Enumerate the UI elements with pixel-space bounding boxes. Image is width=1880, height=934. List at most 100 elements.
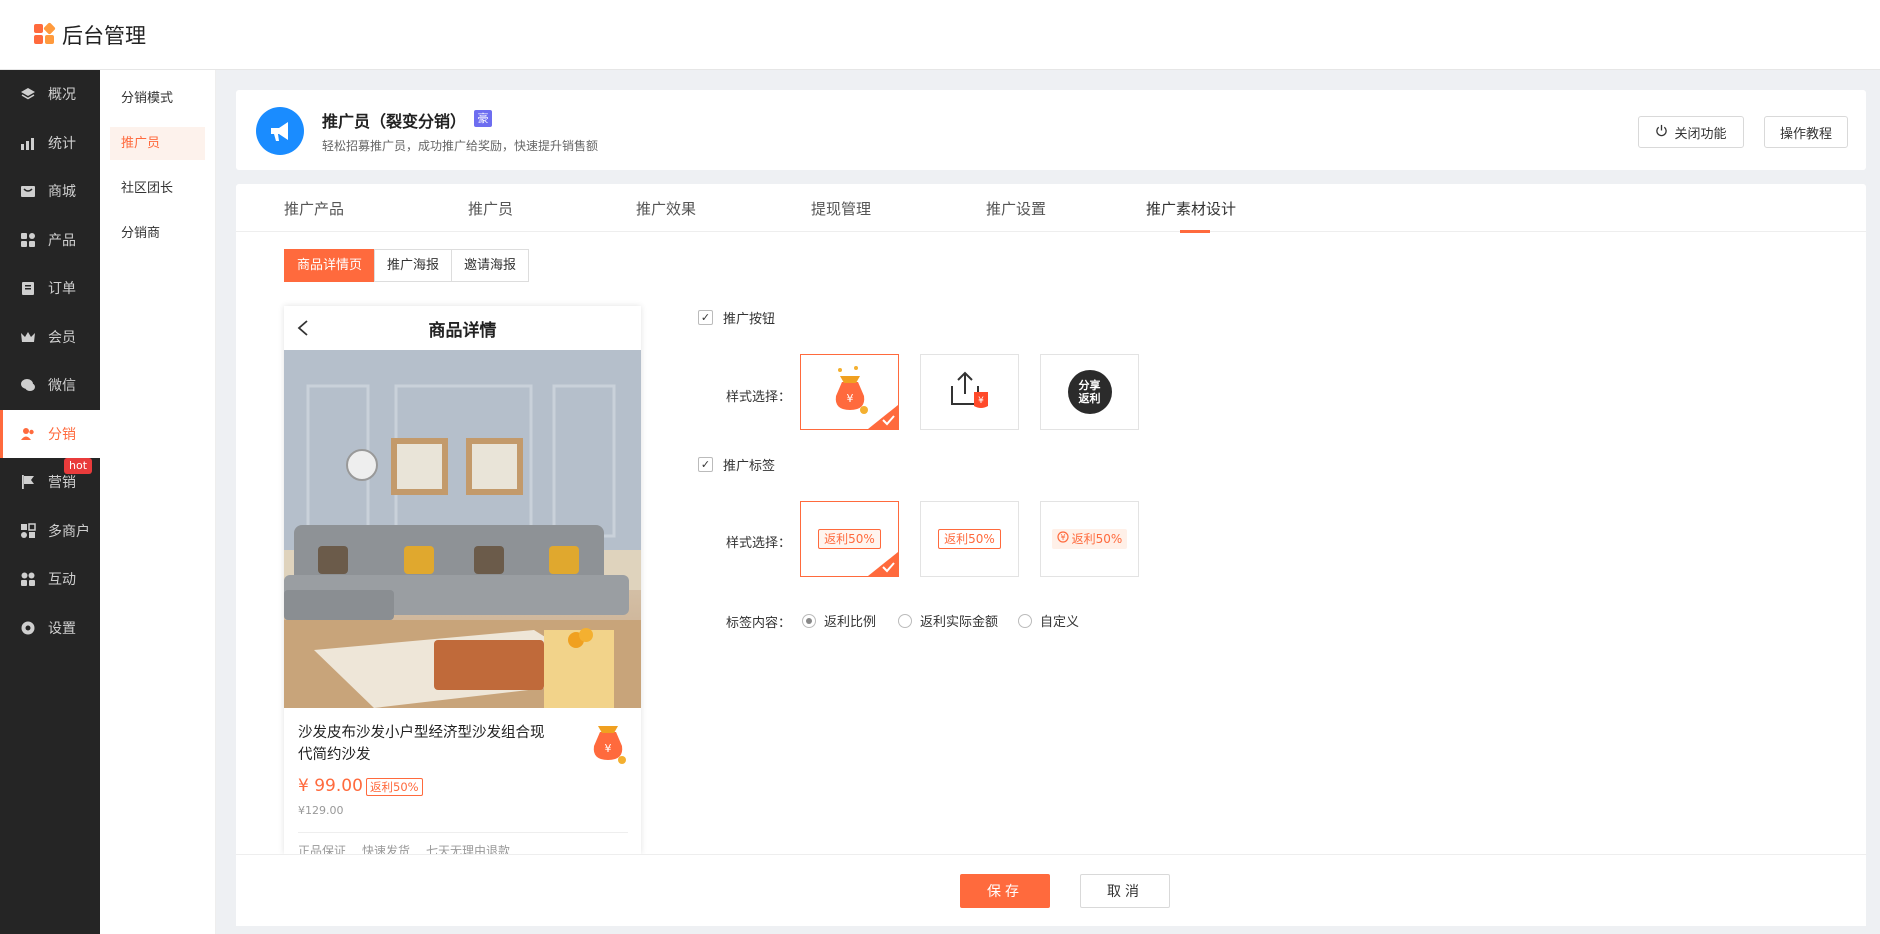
- crown-icon: [20, 329, 36, 345]
- sidebar-item-label: 订单: [48, 281, 76, 298]
- layers-icon: [20, 86, 36, 102]
- app-title: 后台管理: [62, 24, 146, 48]
- radio-button[interactable]: [1018, 613, 1032, 628]
- radio-button[interactable]: [802, 613, 816, 628]
- sidebar-item-mall[interactable]: 商城: [0, 167, 100, 216]
- segment-promo-poster[interactable]: 推广海报: [374, 249, 453, 282]
- tag-style-label: 样式选择：: [726, 536, 792, 551]
- selected-check-icon: [868, 552, 898, 576]
- button-style-option-bag[interactable]: ¥: [800, 354, 899, 430]
- clipboard-icon: [20, 280, 36, 296]
- interact-icon: [20, 571, 36, 587]
- tag-style-option-1[interactable]: 返利50%: [800, 501, 899, 577]
- tag-content-label: 标签内容：: [726, 616, 792, 631]
- tag-style-option-2[interactable]: 返利50%: [920, 501, 1019, 577]
- sidebar-item-label: 设置: [48, 620, 76, 637]
- tutorial-button[interactable]: 操作教程: [1764, 116, 1848, 148]
- product-price: ¥ 99.00: [298, 776, 363, 796]
- preview-nav-title: 商品详情: [428, 320, 497, 341]
- tab-promotion-effect[interactable]: 推广效果: [636, 198, 696, 219]
- cancel-button[interactable]: 取消: [1080, 874, 1170, 908]
- product-title: 沙发皮布沙发小户型经济型沙发组合现代简约沙发: [298, 725, 545, 763]
- save-button[interactable]: 保存: [960, 874, 1050, 908]
- share-upload-icon: ¥: [948, 370, 992, 414]
- selected-check-icon: [868, 405, 898, 429]
- sidebar-item-label: 互动: [48, 572, 76, 589]
- sidebar-item-overview[interactable]: 概况: [0, 70, 100, 119]
- store-icon: [20, 523, 36, 539]
- segment-invite-poster[interactable]: 邀请海报: [451, 249, 530, 282]
- sidebar-item-multi-merchant[interactable]: 多商户: [0, 507, 100, 556]
- tab-promoted-products[interactable]: 推广产品: [284, 198, 344, 219]
- power-icon: [1655, 124, 1668, 141]
- page-description: 轻松招募推广员，成功推广给奖励，快速提升销售额: [322, 139, 599, 153]
- active-tab-indicator: [1180, 230, 1210, 233]
- rebate-tag-text: 返利50%: [1071, 532, 1123, 546]
- sidebar-item-marketing[interactable]: 营销 hot: [0, 458, 100, 507]
- sidebar-item-wechat[interactable]: 微信: [0, 361, 100, 410]
- promo-tag-option: ✓ 推广标签: [698, 455, 775, 474]
- sidebar-item-interaction[interactable]: 互动: [0, 555, 100, 604]
- tab-material-design[interactable]: 推广素材设计: [1146, 198, 1236, 219]
- main-sidebar: 概况 统计 商城 产品 订单 会员 微信 分销 营销 hot 多商户 互动 设置: [0, 70, 100, 934]
- money-bag-icon[interactable]: ¥: [584, 716, 632, 770]
- sidebar-item-products[interactable]: 产品: [0, 216, 100, 265]
- close-feature-label: 关闭功能: [1674, 126, 1727, 142]
- tag-style-option-3[interactable]: ¥ 返利50%: [1040, 501, 1139, 577]
- premium-tag: 豪: [474, 110, 492, 127]
- sidebar-item-label: 营销: [48, 475, 76, 492]
- tab-promotion-settings[interactable]: 推广设置: [986, 198, 1046, 219]
- sidebar-item-stats[interactable]: 统计: [0, 119, 100, 168]
- shop-icon: [20, 183, 36, 199]
- rebate-tag-sample: 返利50%: [938, 529, 1001, 549]
- grid-icon: [20, 232, 36, 248]
- back-arrow-icon[interactable]: [296, 318, 310, 342]
- radio-button[interactable]: [898, 613, 912, 628]
- app-logo[interactable]: 后台管理: [34, 20, 146, 50]
- subnav-item-distributor[interactable]: 分销商: [110, 217, 205, 250]
- tab-withdrawal[interactable]: 提现管理: [811, 198, 871, 219]
- rebate-tag-sample-with-icon: ¥ 返利50%: [1051, 529, 1128, 549]
- sidebar-item-label: 会员: [48, 329, 76, 346]
- button-style-option-share[interactable]: ¥: [920, 354, 1019, 430]
- promo-tag-checkbox[interactable]: ✓: [698, 457, 713, 472]
- preview-nav-bar: 商品详情: [284, 306, 641, 350]
- tab-promoters[interactable]: 推广员: [468, 198, 513, 219]
- money-bag-icon: ¥: [826, 364, 874, 420]
- sidebar-item-label: 分销: [48, 426, 76, 443]
- original-price: ¥129.00: [298, 804, 344, 817]
- button-style-option-share-rebate[interactable]: 分享 返利: [1040, 354, 1139, 430]
- subnav-item-promoter[interactable]: 推广员: [110, 127, 205, 160]
- tag-content-ratio[interactable]: 返利比例: [802, 611, 876, 630]
- sidebar-item-settings[interactable]: 设置: [0, 604, 100, 653]
- sidebar-item-orders[interactable]: 订单: [0, 264, 100, 313]
- coin-icon: ¥: [1057, 530, 1069, 548]
- sidebar-item-label: 商城: [48, 184, 76, 201]
- svg-text:¥: ¥: [978, 396, 984, 406]
- segment-product-detail[interactable]: 商品详情页: [284, 249, 376, 282]
- close-feature-button[interactable]: 关闭功能: [1638, 116, 1744, 148]
- wechat-icon: [20, 377, 36, 393]
- sidebar-item-label: 多商户: [48, 523, 90, 540]
- guarantee-item: 快速发货: [362, 844, 411, 854]
- svg-text:¥: ¥: [846, 392, 853, 405]
- tag-content-custom[interactable]: 自定义: [1018, 611, 1079, 630]
- logo-icon: [34, 22, 56, 46]
- subnav-item-community-leader[interactable]: 社区团长: [110, 172, 205, 205]
- users-icon: [20, 426, 36, 442]
- sidebar-item-distribution[interactable]: 分销: [0, 409, 100, 458]
- tag-content-amount[interactable]: 返利实际金额: [898, 611, 998, 630]
- gear-icon: [20, 620, 36, 636]
- sidebar-item-members[interactable]: 会员: [0, 313, 100, 362]
- sidebar-item-label: 产品: [48, 232, 76, 249]
- subnav-item-distribution-mode[interactable]: 分销模式: [110, 82, 205, 115]
- promo-tag-label: 推广标签: [723, 459, 776, 474]
- promo-button-checkbox[interactable]: ✓: [698, 310, 713, 325]
- radio-label: 自定义: [1040, 615, 1080, 630]
- svg-text:¥: ¥: [605, 742, 612, 755]
- share-rebate-icon: 分享 返利: [1067, 370, 1112, 414]
- sidebar-item-label: 微信: [48, 378, 76, 395]
- rebate-tag: 返利50%: [366, 778, 423, 796]
- page-title: 推广员（裂变分销）: [322, 112, 467, 131]
- promo-button-label: 推广按钮: [723, 312, 776, 327]
